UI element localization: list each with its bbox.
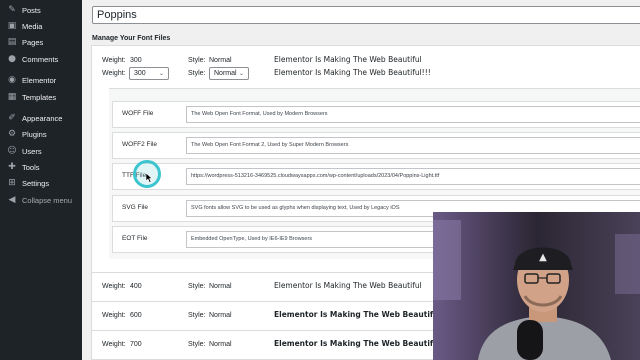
comments-icon: ●	[8, 54, 16, 64]
file-row-ttf: TTF File https://wordpress-513216-346952…	[112, 163, 640, 190]
sidebar-item-posts[interactable]: ✎ Posts	[0, 3, 82, 18]
weight-label: Weight:	[102, 341, 126, 348]
sidebar-item-elementor[interactable]: ◉ Elementor	[0, 73, 82, 88]
sidebar-item-label: Plugins	[22, 130, 47, 139]
media-icon: ▣	[7, 21, 17, 31]
font-preview-text: Elementor Is Making The Web Beautiful	[274, 310, 442, 319]
templates-icon: ▦	[7, 92, 17, 102]
collapse-icon: ◀	[8, 195, 16, 205]
admin-sidebar: ✎ Posts ▣ Media ▤ Pages ● Comments ◉ Ele…	[0, 0, 82, 360]
presenter-video: ▲	[433, 212, 640, 360]
elementor-icon: ◉	[8, 75, 16, 85]
style-label: Style:	[188, 312, 206, 319]
weight-label: Weight:	[102, 283, 126, 290]
weight-value: 700	[130, 341, 142, 348]
style-select-label: Style:	[188, 70, 206, 77]
style-value: Normal	[209, 312, 232, 319]
woff-file-field[interactable]: The Web Open Font Format, Used by Modern…	[186, 106, 640, 123]
weight-label: Weight:	[102, 312, 126, 319]
sidebar-item-templates[interactable]: ▦ Templates	[0, 90, 82, 105]
style-select-value: Normal	[214, 70, 237, 77]
sidebar-item-media[interactable]: ▣ Media	[0, 19, 82, 34]
sidebar-item-pages[interactable]: ▤ Pages	[0, 35, 82, 50]
sidebar-item-plugins[interactable]: ⚙ Plugins	[0, 127, 82, 142]
sidebar-item-label: Appearance	[22, 114, 63, 123]
sidebar-item-appearance[interactable]: ✐ Appearance	[0, 111, 82, 126]
pin-icon: ✎	[8, 5, 16, 15]
chevron-down-icon: ⌄	[238, 71, 244, 77]
file-row-woff: WOFF File The Web Open Font Format, Used…	[112, 101, 640, 128]
tools-icon: ✚	[8, 162, 16, 172]
sidebar-item-label: Templates	[22, 93, 57, 102]
sidebar-item-label: Users	[22, 147, 42, 156]
weight-select-value: 300	[134, 70, 146, 77]
weight-value: 600	[130, 312, 142, 319]
ttf-file-field[interactable]: https://wordpress-513216-3469525.cloudwa…	[186, 168, 640, 185]
settings-icon: ⊞	[8, 178, 16, 188]
file-row-woff2: WOFF2 File The Web Open Font Format 2, U…	[112, 132, 640, 159]
sidebar-item-label: Pages	[22, 38, 44, 47]
section-title: Manage Your Font Files	[92, 35, 171, 42]
sidebar-item-label: Media	[22, 22, 43, 31]
woff2-file-field[interactable]: The Web Open Font Format 2, Used by Supe…	[186, 137, 640, 154]
mouse-cursor-icon	[146, 173, 153, 183]
font-preview-text: Elementor Is Making The Web Beautiful	[274, 281, 422, 290]
sidebar-item-label: Elementor	[22, 76, 57, 85]
file-label: EOT File	[122, 235, 148, 242]
style-value: Normal	[209, 57, 232, 64]
file-label: WOFF2 File	[122, 141, 158, 148]
sidebar-item-comments[interactable]: ● Comments	[0, 52, 82, 67]
font-variation-row: Weight: 300 Style: Normal Weight: 300 ⌄ …	[92, 46, 640, 88]
weight-select-label: Weight:	[102, 70, 126, 77]
style-label: Style:	[188, 283, 206, 290]
sidebar-item-settings[interactable]: ⊞ Settings	[0, 176, 82, 191]
file-label: SVG File	[122, 204, 149, 211]
sidebar-item-label: Settings	[22, 179, 50, 188]
collapse-menu-button[interactable]: ◀ Collapse menu	[0, 193, 82, 208]
sidebar-item-label: Collapse menu	[22, 196, 73, 205]
pages-icon: ▤	[7, 37, 17, 47]
weight-value: 300	[130, 57, 142, 64]
plugins-icon: ⚙	[7, 129, 17, 139]
style-label: Style:	[188, 57, 206, 64]
font-preview-text: Elementor Is Making The Web Beautiful	[274, 55, 422, 64]
appearance-icon: ✐	[8, 113, 16, 123]
weight-value: 400	[130, 283, 142, 290]
font-preview-text: Elementor Is Making The Web Beautiful!!!	[274, 68, 431, 77]
font-preview-text: Elementor Is Making The Web Beautiful	[274, 339, 442, 348]
weight-label: Weight:	[102, 57, 126, 64]
chevron-down-icon: ⌄	[158, 71, 164, 77]
weight-select[interactable]: 300 ⌄	[129, 67, 169, 80]
style-value: Normal	[209, 341, 232, 348]
webcam-overlay: ▲	[433, 212, 640, 360]
sidebar-item-label: Posts	[22, 6, 41, 15]
sidebar-item-label: Comments	[22, 55, 59, 64]
sidebar-item-users[interactable]: ☺ Users	[0, 144, 82, 159]
file-label: WOFF File	[122, 110, 154, 117]
sidebar-item-label: Tools	[22, 163, 40, 172]
users-icon: ☺	[7, 146, 17, 156]
svg-text:▲: ▲	[539, 252, 547, 263]
style-value: Normal	[209, 283, 232, 290]
style-select[interactable]: Normal ⌄	[209, 67, 249, 80]
style-label: Style:	[188, 341, 206, 348]
font-name-input[interactable]: Poppins	[92, 6, 640, 24]
sidebar-item-tools[interactable]: ✚ Tools	[0, 160, 82, 175]
